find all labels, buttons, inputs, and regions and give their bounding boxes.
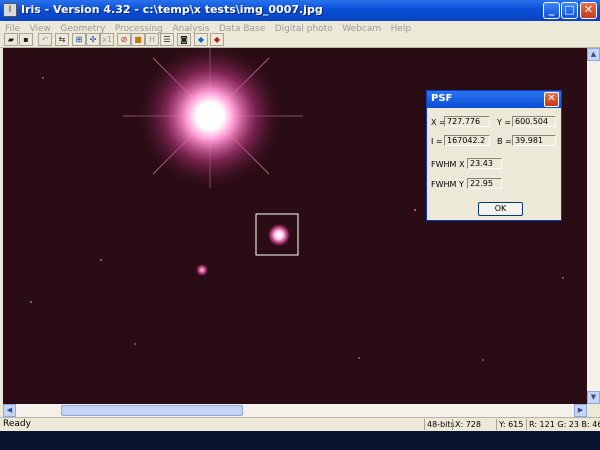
iris-main-window: I Iris - Version 4.32 - c:\temp\x tests\… (0, 0, 600, 432)
psf-dialog-titlebar[interactable]: PSF ✕ (427, 91, 561, 108)
zoom-box-icon[interactable]: ⊞ (72, 33, 86, 46)
b-value-field[interactable]: 39.981 (512, 135, 556, 146)
psf-dialog-title: PSF (431, 93, 453, 104)
window-title: Iris - Version 4.32 - c:\temp\x tests\im… (21, 3, 323, 16)
psf-dialog: PSF ✕ X = 727.776 Y = 600.504 I = 167042… (426, 90, 562, 221)
bright-star (123, 48, 303, 191)
i-label: I = (431, 137, 443, 146)
box-icon[interactable]: ■ (131, 33, 145, 46)
move-icon[interactable]: ✣ (86, 33, 100, 46)
open-icon[interactable]: ▰ (4, 33, 18, 46)
fwhm-y-value-field[interactable]: 22.95 (467, 178, 502, 189)
swap-icon[interactable]: ⇆ (55, 33, 69, 46)
vertical-scrollbar[interactable]: ▲ ▼ (587, 48, 600, 404)
status-bar: Ready 48-bits X: 728 Y: 615 R: 121 G: 23… (0, 417, 600, 432)
save-icon[interactable]: ▪ (19, 33, 33, 46)
status-ready: Ready (3, 419, 31, 429)
small-star (195, 263, 209, 277)
close-button[interactable]: ✕ (580, 2, 597, 19)
toolbar: ▰ ▪ ↶ ⇆ ⊞ ✣ x1 ⊘ ■ H ☰ ◙ ◆ ◆ (0, 33, 600, 48)
histogram-icon[interactable]: H (145, 33, 159, 46)
ok-button[interactable]: OK (478, 202, 523, 216)
status-y: Y: 615 (496, 419, 523, 430)
horizontal-scrollbar[interactable]: ◀ ▶ (3, 404, 587, 417)
scroll-up-arrow-icon[interactable]: ▲ (587, 48, 600, 61)
scroll-right-arrow-icon[interactable]: ▶ (574, 404, 587, 417)
i-value-field[interactable]: 167042.2 (444, 135, 490, 146)
camera-icon[interactable]: ◙ (177, 33, 191, 46)
status-bits: 48-bits (424, 419, 455, 430)
horizontal-scroll-thumb[interactable] (61, 405, 243, 416)
stop-icon[interactable]: ⊘ (117, 33, 131, 46)
y-value-field[interactable]: 600.504 (512, 116, 556, 127)
y-label: Y = (497, 118, 512, 127)
status-rgb: R: 121 G: 23 B: 46 (526, 419, 600, 430)
scale-x1-icon[interactable]: x1 (100, 33, 114, 46)
menu-bar: File View Geometry Processing Analysis D… (0, 21, 600, 34)
x-value-field[interactable]: 727.776 (444, 116, 490, 127)
image-canvas[interactable]: PSF ✕ X = 727.776 Y = 600.504 I = 167042… (3, 48, 587, 404)
minimize-button[interactable]: _ (543, 2, 560, 19)
fwhm-x-value-field[interactable]: 23.43 (467, 158, 502, 169)
b-label: B = (497, 137, 512, 146)
diamond-red-icon[interactable]: ◆ (210, 33, 224, 46)
app-icon[interactable]: I (3, 3, 17, 17)
diamond-blue-icon[interactable]: ◆ (194, 33, 208, 46)
scroll-down-arrow-icon[interactable]: ▼ (587, 391, 600, 404)
psf-close-button[interactable]: ✕ (544, 92, 559, 107)
list-icon[interactable]: ☰ (160, 33, 174, 46)
maximize-button[interactable]: □ (561, 2, 578, 19)
undo-icon[interactable]: ↶ (38, 33, 52, 46)
target-star (267, 223, 291, 247)
status-x: X: 728 (452, 419, 481, 430)
scroll-left-arrow-icon[interactable]: ◀ (3, 404, 16, 417)
desktop-background (0, 431, 600, 450)
title-bar[interactable]: I Iris - Version 4.32 - c:\temp\x tests\… (0, 0, 600, 21)
